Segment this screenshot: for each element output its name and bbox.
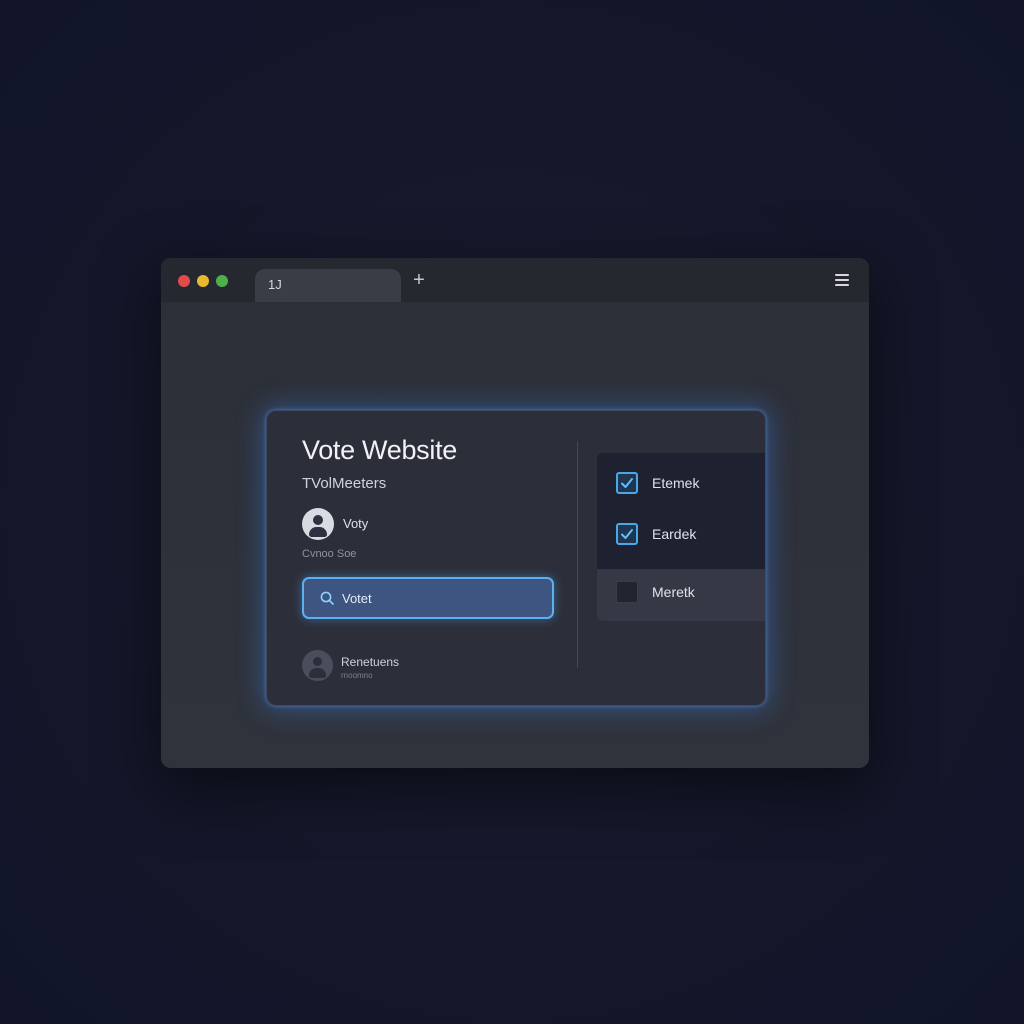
avatar-icon [302,650,333,681]
footer-user-name: Renetuens [341,655,400,669]
vote-option-label: Etemek [652,475,700,491]
maximize-window-button[interactable] [216,275,228,287]
page-subtitle: TVolMeeters [302,475,387,492]
checkbox-unchecked[interactable] [616,581,638,603]
vote-option-label: Meretk [652,584,695,600]
desktop-background: 1J + Vote Website TVolMeeters Voty Cvnoo… [0,0,1024,1024]
footer-user-row: Renetuens rnoomno [302,650,502,682]
vote-option[interactable]: Etemek [597,460,765,512]
checkbox-checked[interactable] [616,523,638,545]
vote-card: Vote Website TVolMeeters Voty Cvnoo Soe [266,410,766,706]
vote-option-highlighted[interactable]: Meretk [597,569,765,621]
vote-option[interactable]: Eardek [597,511,765,563]
hamburger-menu-icon[interactable] [835,272,851,288]
user-meta: Cvnoo Soe [302,548,357,560]
search-icon [320,591,334,605]
browser-tab[interactable]: 1J [255,269,401,302]
vote-button[interactable]: Votet [302,577,554,619]
vote-button-label: Votet [342,591,372,606]
browser-tab-label: 1J [268,277,282,292]
checkmark-icon [621,478,633,488]
vote-options-panel: Etemek Eardek Meretk [597,453,765,621]
vertical-divider [577,441,578,668]
minimize-window-button[interactable] [197,275,209,287]
browser-titlebar: 1J + [161,258,869,302]
new-tab-button[interactable]: + [409,270,429,290]
checkmark-icon [621,529,633,539]
vote-option-label: Eardek [652,526,697,542]
browser-window: 1J + Vote Website TVolMeeters Voty Cvnoo… [161,258,869,768]
user-row: Voty [302,508,502,541]
page-content: Vote Website TVolMeeters Voty Cvnoo Soe [161,302,869,768]
page-title: Vote Website [302,435,457,465]
avatar-icon [302,508,334,540]
checkbox-checked[interactable] [616,472,638,494]
user-name: Voty [343,516,369,531]
close-window-button[interactable] [178,275,190,287]
footer-user-subtext: rnoomno [341,671,373,680]
